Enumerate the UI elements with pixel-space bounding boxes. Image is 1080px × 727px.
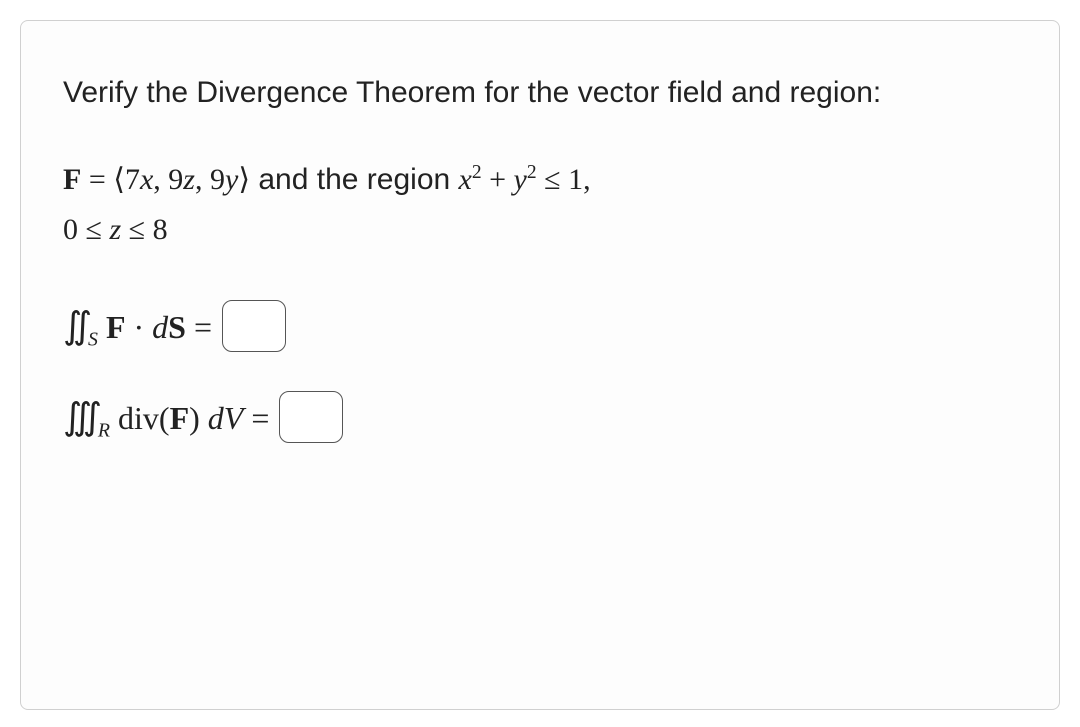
region-y: y xyxy=(514,163,527,196)
var-x1: x xyxy=(140,163,153,196)
volume-integral-answer-input[interactable] xyxy=(279,391,343,443)
volume-integral-expr: ∭R div(F) dV = xyxy=(63,389,269,444)
exp2: 2 xyxy=(527,162,537,183)
sep2: , xyxy=(195,163,210,196)
angle-open: ⟨ xyxy=(113,163,125,196)
si-dot: · xyxy=(126,309,153,345)
vi-d: d xyxy=(208,400,224,436)
var-z2: z xyxy=(109,213,121,246)
si-F: F xyxy=(106,309,126,345)
vi-open: ( xyxy=(159,400,170,436)
triple-integral-symbol: ∭ xyxy=(63,396,98,437)
surface-integral-answer-input[interactable] xyxy=(222,300,286,352)
region-label: and the region xyxy=(250,163,459,196)
plus: + xyxy=(482,163,514,196)
problem-card: Verify the Divergence Theorem for the ve… xyxy=(20,20,1060,710)
vector-definition: F = ⟨7x, 9z, 9y⟩ and the region x2 + y2 … xyxy=(63,155,1017,254)
z-lower: 0 ≤ xyxy=(63,213,109,246)
sep1: , xyxy=(153,163,168,196)
vi-F: F xyxy=(170,400,190,436)
z-upper: ≤ 8 xyxy=(121,213,167,246)
surface-integral-expr: ∬S F · dS = xyxy=(63,298,212,353)
vector-F: F xyxy=(63,163,81,196)
region-x: x xyxy=(459,163,472,196)
vi-V: V xyxy=(224,400,244,436)
coef1: 7 xyxy=(125,163,140,196)
vi-close: ) xyxy=(189,400,208,436)
coef3: 9 xyxy=(210,163,225,196)
coef2: 9 xyxy=(168,163,183,196)
sub-R: R xyxy=(98,420,110,442)
leq-one: ≤ 1, xyxy=(537,163,591,196)
var-z1: z xyxy=(183,163,195,196)
si-eq: = xyxy=(186,309,212,345)
vi-div: div xyxy=(110,400,159,436)
vi-eq: = xyxy=(243,400,269,436)
si-d: d xyxy=(152,309,168,345)
exp1: 2 xyxy=(472,162,482,183)
sub-S: S xyxy=(88,328,98,350)
var-y1: y xyxy=(225,163,238,196)
problem-intro: Verify the Divergence Theorem for the ve… xyxy=(63,69,1017,117)
surface-integral-line: ∬S F · dS = xyxy=(63,298,1017,353)
si-S: S xyxy=(168,309,186,345)
equals: = xyxy=(81,163,113,196)
double-integral-symbol: ∬ xyxy=(63,305,88,346)
volume-integral-line: ∭R div(F) dV = xyxy=(63,389,1017,444)
angle-close: ⟩ xyxy=(238,163,250,196)
